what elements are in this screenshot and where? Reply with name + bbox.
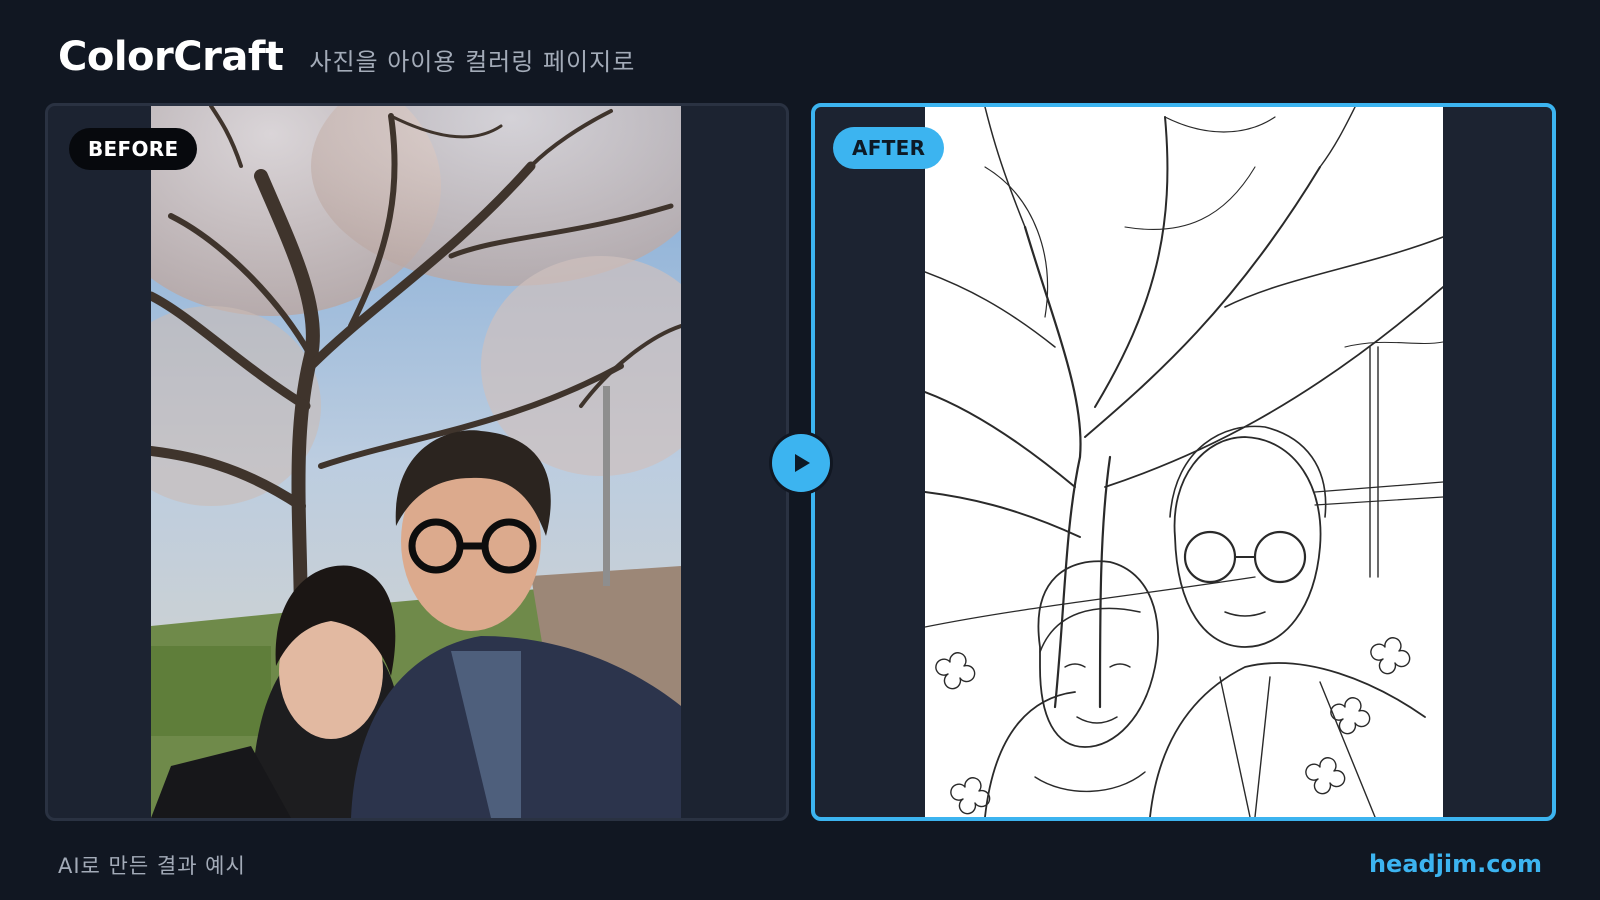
before-photo-image [151, 106, 681, 818]
after-panel: AFTER [811, 103, 1556, 821]
site-link[interactable]: headjim.com [1369, 850, 1542, 878]
play-icon [795, 454, 810, 472]
after-coloring-page [925, 107, 1443, 817]
brand-title: ColorCraft [58, 34, 284, 80]
after-badge: AFTER [833, 127, 945, 169]
before-panel: BEFORE [45, 103, 789, 821]
after-coloring-image [925, 107, 1443, 817]
tagline: 사진을 아이용 컬러링 페이지로 [309, 48, 636, 76]
before-photo [151, 106, 681, 818]
footer-caption: AI로 만든 결과 예시 [58, 854, 246, 878]
before-badge: BEFORE [69, 128, 198, 170]
play-button[interactable] [772, 434, 830, 492]
header: ColorCraft 사진을 아이용 컬러링 페이지로 [58, 34, 635, 80]
page: ColorCraft 사진을 아이용 컬러링 페이지로 BEFORE AFTER… [0, 0, 1600, 900]
